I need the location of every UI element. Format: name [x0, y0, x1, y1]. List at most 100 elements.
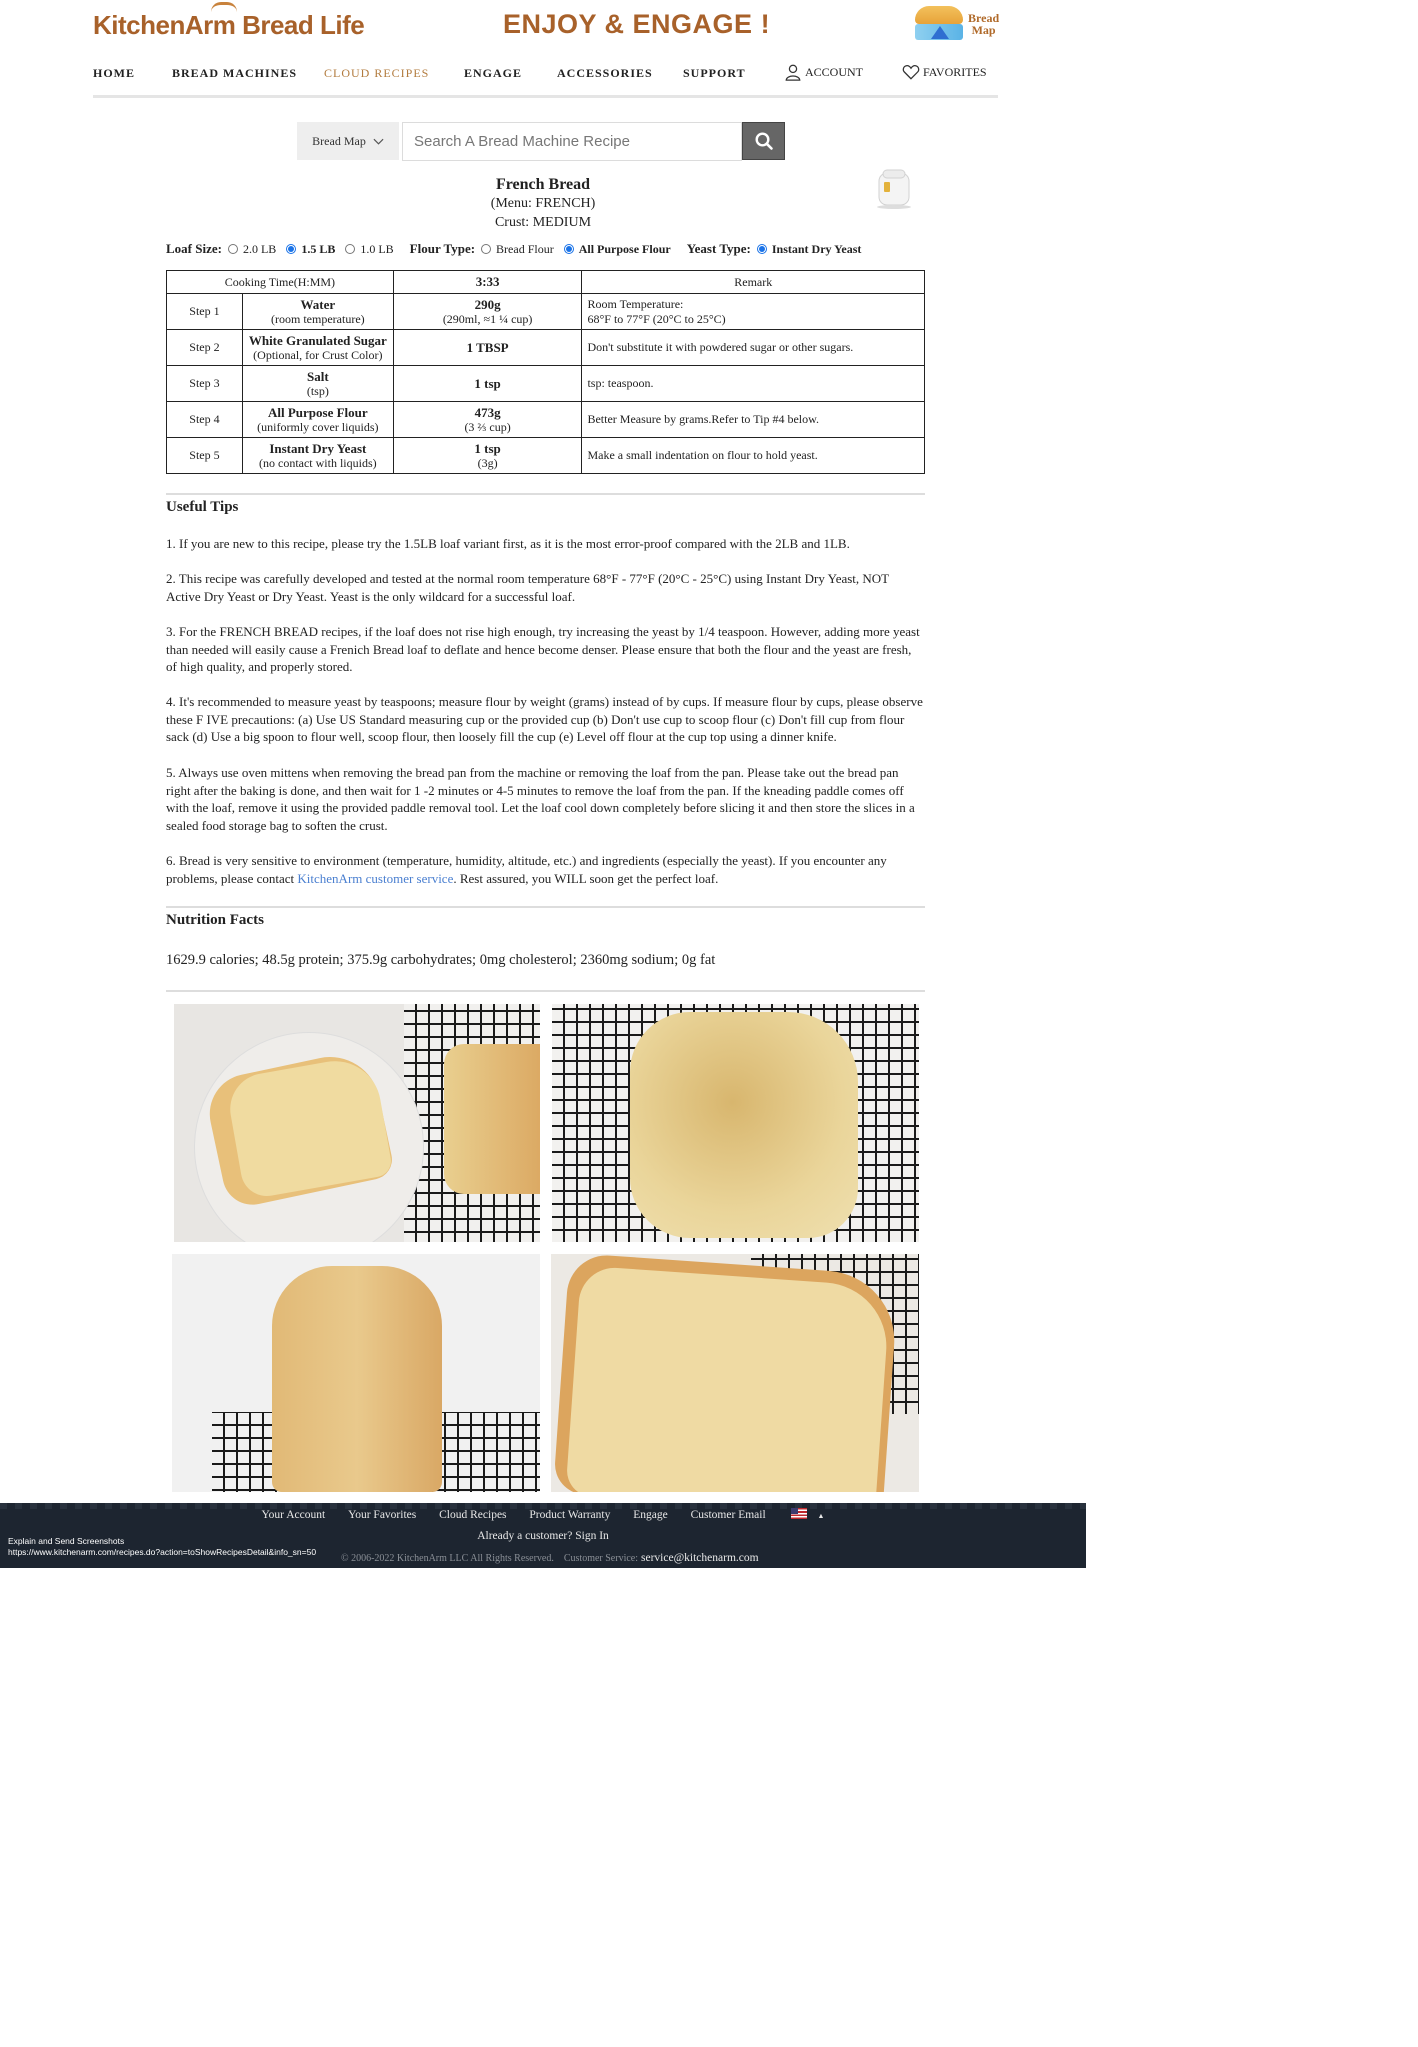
nav-favorites[interactable]: FAVORITES	[902, 63, 987, 81]
bread-loaf-icon	[915, 6, 963, 24]
radio-button[interactable]	[345, 244, 356, 254]
ingredient-cell: Water (room temperature)	[241, 293, 394, 330]
flour-type-label: Flour Type:	[409, 241, 476, 256]
section-divider	[166, 493, 925, 495]
search-button[interactable]	[742, 122, 785, 160]
ingredient-cell: All Purpose Flour (uniformly cover liquid…	[241, 401, 394, 438]
amount-sub: (3g)	[477, 455, 498, 470]
amount-cell: 473g (3 ⅔ cup)	[392, 401, 583, 438]
footer-link-cloud-recipes[interactable]: Cloud Recipes	[439, 1509, 506, 1521]
nav-home[interactable]: HOME	[93, 66, 135, 81]
bread-machine-image	[877, 169, 911, 209]
signin-link[interactable]: Already a customer? Sign In	[477, 1530, 609, 1542]
footer-links: Your Account Your Favorites Cloud Recipe…	[0, 1508, 1086, 1521]
mountain-icon	[931, 26, 949, 39]
flour-type-option-label: Bread Flour	[496, 241, 554, 256]
logo-text: KitchenArm Bread Life	[93, 10, 365, 40]
bread-photo	[172, 1254, 540, 1492]
ingredient-name: All Purpose Flour	[267, 404, 368, 420]
nav-engage[interactable]: ENGAGE	[464, 66, 522, 81]
amount-cell: 1 tsp (3g)	[392, 437, 583, 474]
remark-cell: Make a small indentation on flour to hol…	[581, 437, 925, 474]
radio-button-checked[interactable]	[756, 244, 767, 254]
main-nav: HOME BREAD MACHINES CLOUD RECIPES ENGAGE…	[93, 62, 998, 82]
table-row: Step 5 Instant Dry Yeast (no contact with…	[166, 437, 925, 474]
loaf-size-label: Loaf Size:	[166, 241, 222, 256]
screenshot-tool-overlay[interactable]: Explain and Send Screenshots https://www…	[8, 1536, 316, 1558]
ingredient-cell: Salt (tsp)	[241, 365, 394, 402]
amount-value: 1 tsp	[474, 375, 501, 391]
footer-link-customer-email[interactable]: Customer Email	[691, 1509, 766, 1521]
tip-4: 4. It's recommended to measure yeast by …	[166, 694, 923, 745]
remark-header: Remark	[581, 270, 925, 294]
loaf-size-1lb[interactable]: 1.0 LB	[345, 241, 394, 257]
amount-cell: 1 tsp	[392, 365, 583, 402]
user-icon	[785, 64, 801, 81]
yeast-type-option-label: Instant Dry Yeast	[771, 241, 862, 256]
loaf-size-1-5lb[interactable]: 1.5 LB	[286, 242, 335, 257]
nav-bread-machines[interactable]: BREAD MACHINES	[172, 66, 297, 81]
cooking-time-label: Cooking Time(H:MM)	[166, 270, 394, 294]
heart-icon	[902, 65, 920, 80]
remark-cell: tsp: teaspoon.	[581, 365, 925, 402]
radio-button-checked[interactable]	[286, 244, 297, 254]
bread-map-select[interactable]: Bread Map	[297, 122, 399, 160]
section-divider	[166, 990, 925, 992]
footer-link-account[interactable]: Your Account	[262, 1509, 326, 1521]
amount-value: 1 TBSP	[466, 339, 509, 355]
ingredient-note: (tsp)	[306, 383, 329, 398]
step-label: Step 1	[166, 293, 243, 330]
nav-cloud-recipes[interactable]: CLOUD RECIPES	[324, 66, 429, 81]
service-email[interactable]: service@kitchenarm.com	[641, 1552, 759, 1564]
table-row: Step 1 Water (room temperature) 290g (290m…	[166, 293, 925, 330]
flour-type-bread[interactable]: Bread Flour	[481, 242, 554, 257]
bread-photo	[174, 1004, 540, 1242]
ingredient-note: (Optional, for Crust Color)	[253, 347, 383, 362]
site-logo[interactable]: KitchenArm Bread Life	[93, 2, 365, 41]
loaf-size-option-label: 1.0 LB	[360, 241, 394, 256]
tip-5: 5. Always use oven mittens when removing…	[166, 765, 915, 833]
bread-map-badge[interactable]: Bread Map	[913, 4, 1003, 44]
header-tagline: ENJOY & ENGAGE !	[503, 9, 771, 39]
tip-6-text-end: . Rest assured, you WILL soon get the pe…	[453, 870, 719, 886]
nav-accessories[interactable]: ACCESSORIES	[557, 66, 653, 81]
ingredient-note: (room temperature)	[271, 311, 365, 326]
footer-link-favorites[interactable]: Your Favorites	[348, 1509, 416, 1521]
radio-button[interactable]	[227, 244, 238, 254]
nutrition-text: 1629.9 calories; 48.5g protein; 375.9g c…	[166, 952, 716, 968]
bread-map-select-label: Bread Map	[312, 133, 366, 148]
tip-3: 3. For the FRENCH BREAD recipes, if the …	[166, 624, 920, 675]
useful-tips-heading: Useful Tips	[166, 499, 239, 515]
loaf-size-2lb[interactable]: 2.0 LB	[227, 242, 276, 257]
tip-1: 1. If you are new to this recipe, please…	[166, 536, 850, 551]
radio-button-checked[interactable]	[563, 244, 574, 254]
recipe-menu: (Menu: FRENCH)	[490, 196, 596, 211]
footer-link-engage[interactable]: Engage	[633, 1509, 667, 1521]
table-header-row: Cooking Time(H:MM) 3:33 Remark	[166, 270, 925, 294]
nav-support[interactable]: SUPPORT	[683, 66, 746, 81]
step-label: Step 5	[166, 437, 243, 474]
ingredient-cell: Instant Dry Yeast (no contact with liquid…	[241, 437, 394, 474]
language-selector[interactable]: ▲	[781, 1508, 835, 1521]
us-flag-icon	[790, 1508, 807, 1519]
customer-service-link[interactable]: KitchenArm customer service	[297, 871, 453, 886]
nav-account[interactable]: ACCOUNT	[784, 63, 863, 81]
amount-value: 290g	[474, 296, 501, 312]
recipe-crust: Crust: MEDIUM	[494, 215, 592, 230]
footer-link-warranty[interactable]: Product Warranty	[529, 1509, 610, 1521]
tip-6: 6. Bread is very sensitive to environmen…	[166, 852, 925, 887]
copyright-text: © 2006-2022 KitchenArm LLC All Rights Re…	[341, 1553, 554, 1564]
favorites-label: FAVORITES	[923, 64, 987, 79]
search-input[interactable]	[402, 122, 742, 161]
footer-copyright: © 2006-2022 KitchenArm LLC All Rights Re…	[341, 1552, 759, 1564]
amount-value: 1 tsp	[474, 440, 501, 456]
screenshot-tool-label: Explain and Send Screenshots	[8, 1536, 125, 1546]
yeast-type-instant[interactable]: Instant Dry Yeast	[756, 241, 862, 257]
radio-button[interactable]	[481, 244, 492, 254]
flour-type-all-purpose[interactable]: All Purpose Flour	[563, 242, 671, 257]
site-header: KitchenArm Bread Life ENJOY & ENGAGE ! B…	[0, 0, 1086, 100]
step-label: Step 3	[166, 365, 243, 402]
remark-cell: Better Measure by grams.Refer to Tip #4 …	[581, 401, 925, 438]
table-row: Step 2 White Granulated Sugar (Optional, …	[166, 329, 925, 366]
bread-photo	[551, 1254, 919, 1492]
